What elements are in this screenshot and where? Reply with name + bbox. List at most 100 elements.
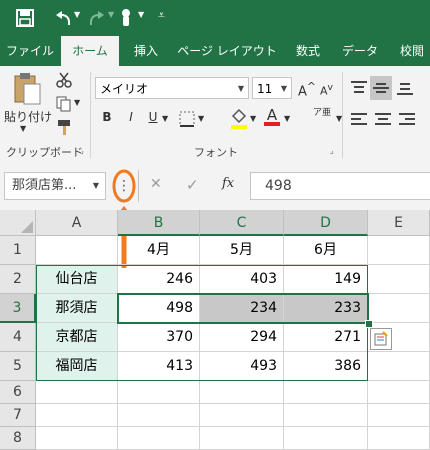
- font-color-icon[interactable]: A: [264, 106, 280, 126]
- tab-file[interactable]: ファイル: [0, 36, 60, 66]
- tab-review[interactable]: 校閲: [390, 36, 430, 66]
- cell-d1[interactable]: 6月: [284, 236, 368, 265]
- cell-e7[interactable]: [368, 404, 430, 427]
- row-header[interactable]: 6: [0, 381, 36, 404]
- cell-b4[interactable]: 370: [118, 323, 200, 352]
- touch-mode-dropdown-icon[interactable]: ▼: [138, 10, 144, 19]
- copy-dropdown-icon[interactable]: ▼: [74, 98, 80, 107]
- cell-a1[interactable]: [36, 236, 118, 265]
- cell-a2[interactable]: 仙台店: [36, 265, 118, 294]
- row-header[interactable]: 4: [0, 323, 36, 352]
- row-header[interactable]: 7: [0, 404, 36, 427]
- align-right-icon[interactable]: [398, 112, 416, 128]
- paste-dropdown-icon[interactable]: ▼: [20, 124, 26, 133]
- cell-a5[interactable]: 福岡店: [36, 352, 118, 381]
- cell-a8[interactable]: [36, 427, 118, 450]
- underline-dropdown-icon[interactable]: ▼: [162, 114, 168, 123]
- cell-a7[interactable]: [36, 404, 118, 427]
- align-bottom-icon[interactable]: [396, 80, 414, 96]
- cell-c7[interactable]: [200, 404, 284, 427]
- cell-e2[interactable]: [368, 265, 430, 294]
- tab-home[interactable]: ホーム: [61, 36, 119, 66]
- fill-color-dropdown-icon[interactable]: ▼: [250, 114, 256, 123]
- cell-b2[interactable]: 246: [118, 265, 200, 294]
- cell-c2[interactable]: 403: [200, 265, 284, 294]
- tab-data[interactable]: データ: [334, 36, 386, 66]
- save-icon[interactable]: [16, 9, 34, 27]
- cell-d5[interactable]: 386: [284, 352, 368, 381]
- increase-font-icon[interactable]: A^: [298, 80, 316, 99]
- cell-b3[interactable]: 498: [118, 294, 200, 323]
- quick-analysis-button[interactable]: [370, 328, 392, 350]
- column-header[interactable]: D: [284, 210, 368, 236]
- clipboard-launcher-icon[interactable]: ⌟: [80, 146, 84, 155]
- decrease-font-icon[interactable]: Av: [320, 82, 333, 98]
- cell-d6[interactable]: [284, 381, 368, 404]
- italic-button[interactable]: I: [124, 110, 138, 124]
- align-left-icon[interactable]: [350, 112, 368, 128]
- column-header[interactable]: A: [36, 210, 118, 236]
- tab-page-layout[interactable]: ページ レイアウト: [172, 36, 282, 66]
- column-header[interactable]: E: [368, 210, 430, 236]
- row-header[interactable]: 5: [0, 352, 36, 381]
- borders-icon[interactable]: [178, 110, 196, 128]
- align-center-icon[interactable]: [374, 112, 392, 128]
- cell-c3[interactable]: 234: [200, 294, 284, 323]
- cell-e6[interactable]: [368, 381, 430, 404]
- cell-b8[interactable]: [118, 427, 200, 450]
- cell-d4[interactable]: 271: [284, 323, 368, 352]
- cell-b1[interactable]: 4月: [118, 236, 200, 265]
- cell-a3[interactable]: 那須店: [36, 294, 118, 323]
- cell-c6[interactable]: [200, 381, 284, 404]
- tab-insert[interactable]: 挿入: [124, 36, 168, 66]
- font-name-select[interactable]: メイリオ ▼: [95, 77, 249, 99]
- cell-c4[interactable]: 294: [200, 323, 284, 352]
- row-header[interactable]: 2: [0, 265, 36, 294]
- enter-icon[interactable]: ✓: [186, 176, 199, 194]
- tab-formulas[interactable]: 数式: [286, 36, 330, 66]
- cell-e1[interactable]: [368, 236, 430, 265]
- cell-c1[interactable]: 5月: [200, 236, 284, 265]
- cell-b5[interactable]: 413: [118, 352, 200, 381]
- fill-color-icon[interactable]: [230, 108, 248, 130]
- align-top-icon[interactable]: [350, 80, 368, 96]
- row-header[interactable]: 3: [0, 294, 36, 323]
- bold-button[interactable]: B: [100, 110, 114, 124]
- cell-e5[interactable]: [368, 352, 430, 381]
- column-header[interactable]: B: [118, 210, 200, 236]
- font-size-select[interactable]: 11 ▼: [252, 77, 292, 99]
- cell-c8[interactable]: [200, 427, 284, 450]
- column-header[interactable]: C: [200, 210, 284, 236]
- customize-qat-icon[interactable]: ⩡: [158, 8, 165, 23]
- cell-a6[interactable]: [36, 381, 118, 404]
- borders-dropdown-icon[interactable]: ▼: [198, 114, 204, 123]
- format-painter-icon[interactable]: [56, 118, 74, 136]
- cell-d3[interactable]: 233: [284, 294, 368, 323]
- font-launcher-icon[interactable]: ⌟: [330, 146, 334, 155]
- cell-d8[interactable]: [284, 427, 368, 450]
- cell-b6[interactable]: [118, 381, 200, 404]
- cut-icon[interactable]: [56, 72, 72, 88]
- cell-d7[interactable]: [284, 404, 368, 427]
- font-color-dropdown-icon[interactable]: ▼: [284, 114, 290, 123]
- underline-button[interactable]: U: [146, 110, 160, 124]
- undo-dropdown-icon[interactable]: ▼: [74, 10, 80, 19]
- select-all-corner[interactable]: [0, 210, 36, 236]
- formula-input[interactable]: 498: [250, 172, 430, 200]
- row-header[interactable]: 1: [0, 236, 36, 265]
- touch-mode-icon[interactable]: [118, 7, 134, 29]
- chevron-down-icon[interactable]: ▼: [93, 173, 99, 199]
- cell-a4[interactable]: 京都店: [36, 323, 118, 352]
- cell-e3[interactable]: [368, 294, 430, 323]
- name-box[interactable]: 那須店第... ▼: [4, 172, 106, 200]
- cell-e8[interactable]: [368, 427, 430, 450]
- row-header[interactable]: 8: [0, 427, 36, 450]
- phonetic-guide-button[interactable]: ア亜: [312, 108, 332, 118]
- cell-d2[interactable]: 149: [284, 265, 368, 294]
- paste-button[interactable]: 貼り付け: [4, 108, 52, 125]
- insert-function-icon[interactable]: fx: [222, 176, 234, 191]
- redo-icon[interactable]: [88, 9, 108, 27]
- cell-c5[interactable]: 493: [200, 352, 284, 381]
- fill-handle[interactable]: [365, 320, 373, 328]
- paste-icon[interactable]: [12, 72, 42, 108]
